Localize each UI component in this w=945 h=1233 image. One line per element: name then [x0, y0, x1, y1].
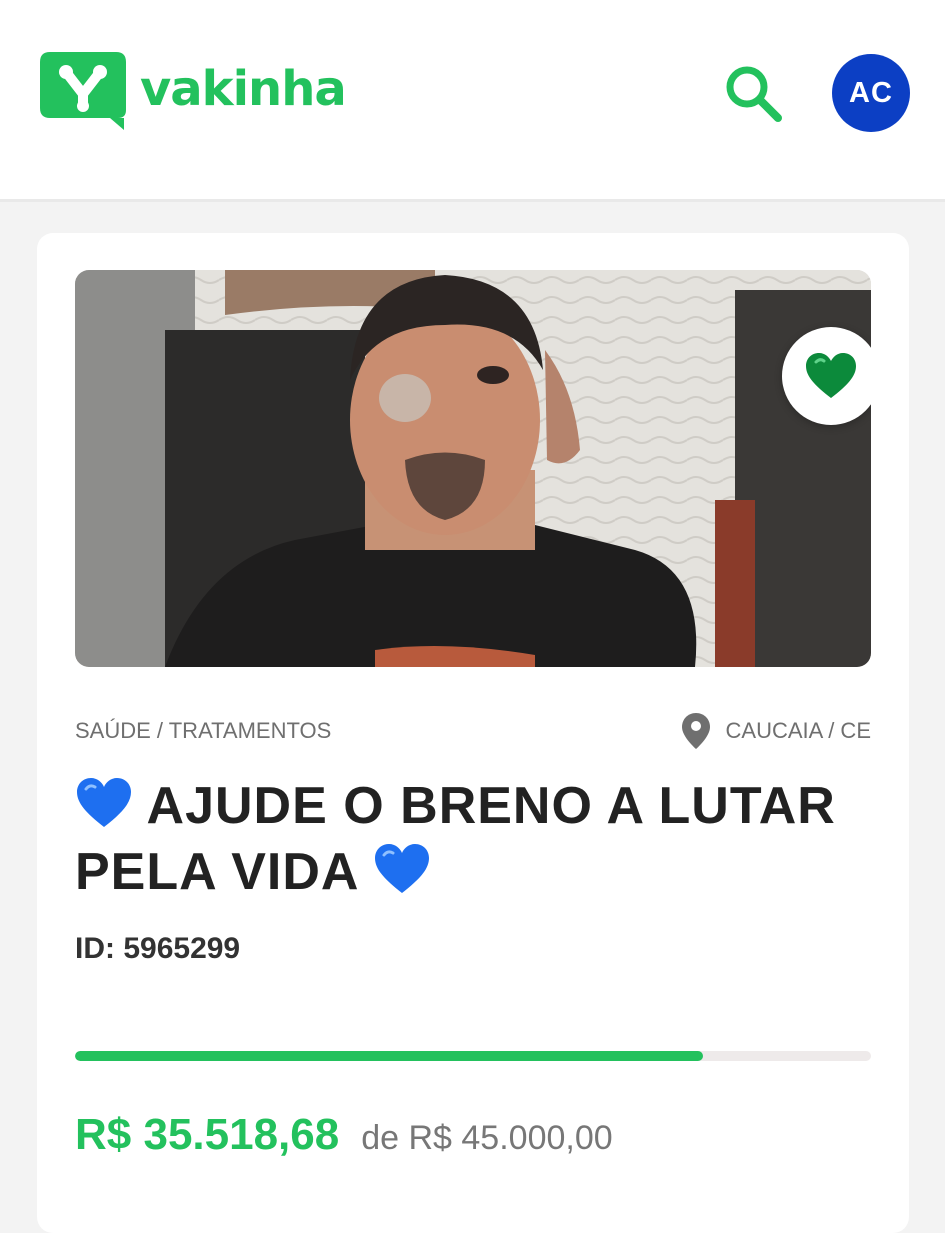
location-text: CAUCAIA / CE: [725, 718, 871, 743]
campaign-id: ID: 5965299: [75, 932, 241, 965]
location-pin-icon: [681, 713, 710, 749]
campaign-card: SAÚDE / TRATAMENTOS CAUCAIA / CE AJUDE O…: [37, 233, 909, 1233]
campaign-photo: [75, 270, 871, 667]
search-icon: [726, 66, 782, 122]
user-avatar[interactable]: AC: [832, 54, 910, 132]
progress-bar: [75, 1051, 871, 1061]
vakinha-logo-icon: [40, 52, 126, 130]
top-header: vakinha AC: [0, 0, 945, 202]
vakinha-logo[interactable]: vakinha: [40, 52, 347, 130]
progress-fill: [75, 1051, 704, 1061]
amounts: R$ 35.518,68 de R$ 45.000,00: [75, 1110, 613, 1160]
logo-wordmark: vakinha: [140, 61, 347, 117]
location: CAUCAIA / CE: [681, 713, 871, 749]
campaign-meta: SAÚDE / TRATAMENTOS CAUCAIA / CE: [75, 713, 871, 749]
blue-heart-icon: [374, 844, 429, 893]
campaign-title-text: AJUDE O BRENO A LUTAR PELA VIDA: [75, 777, 836, 901]
campaign-title: AJUDE O BRENO A LUTAR PELA VIDA: [75, 773, 871, 905]
raised-amount: R$ 35.518,68: [75, 1110, 340, 1159]
blue-heart-icon: [77, 778, 131, 827]
goal-amount: de R$ 45.000,00: [361, 1119, 613, 1157]
search-button[interactable]: [722, 62, 784, 124]
green-heart-icon: [806, 353, 856, 398]
favorite-button[interactable]: [782, 327, 871, 425]
category-link[interactable]: SAÚDE / TRATAMENTOS: [75, 718, 331, 744]
